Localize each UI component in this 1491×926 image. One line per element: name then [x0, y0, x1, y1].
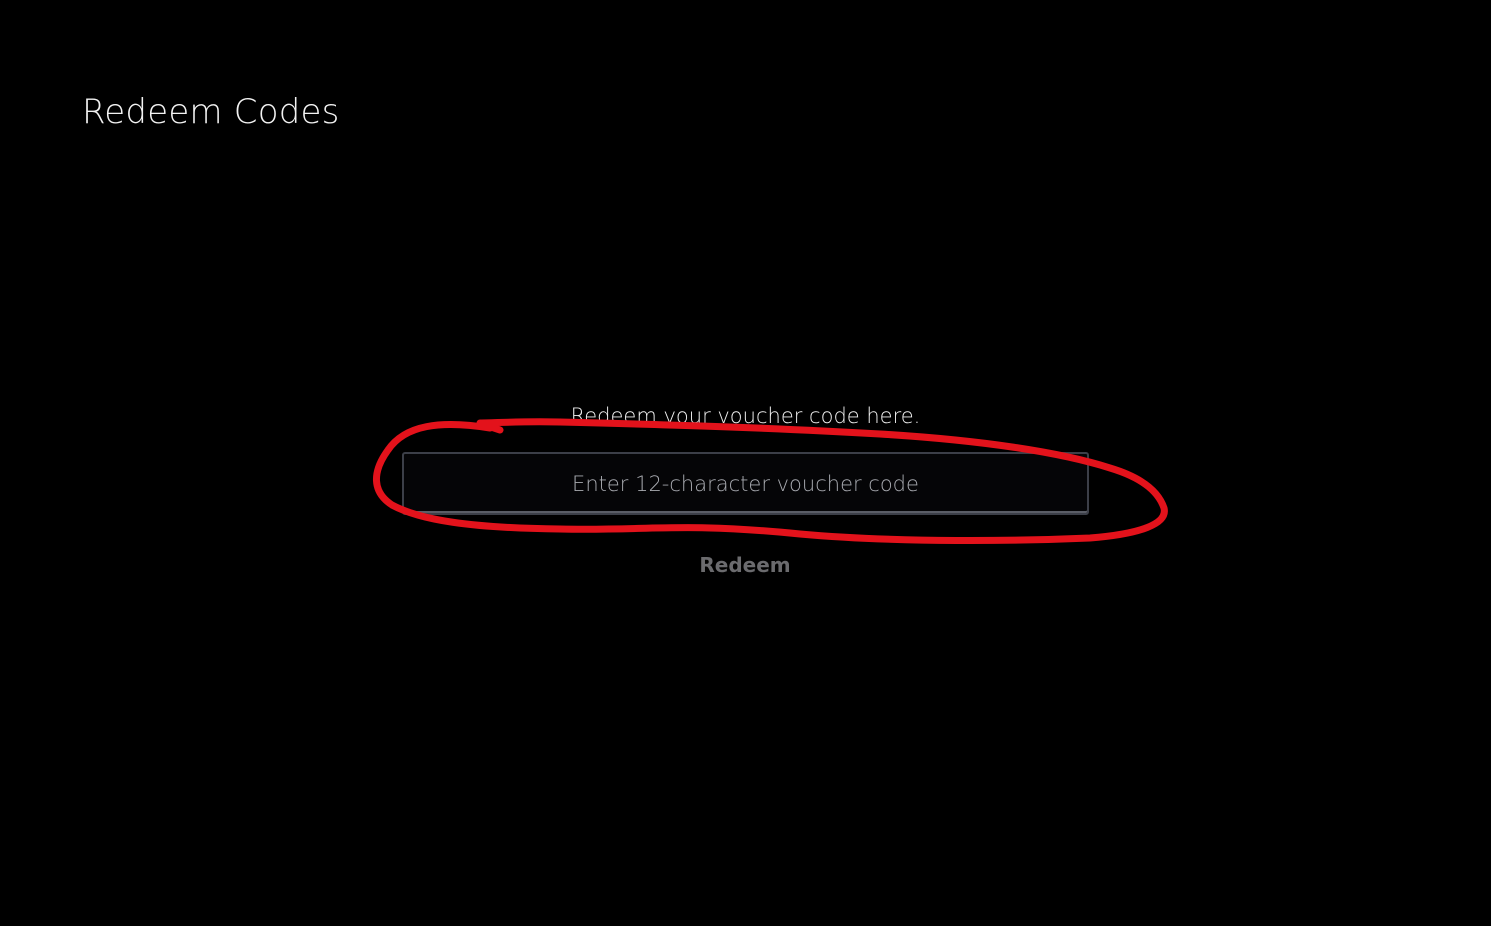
page-title: Redeem Codes [82, 92, 340, 132]
voucher-code-placeholder: Enter 12-character voucher code [572, 471, 919, 496]
voucher-instruction: Redeem your voucher code here. [570, 404, 921, 428]
voucher-code-field[interactable]: Enter 12-character voucher code [402, 452, 1089, 515]
redeem-button[interactable]: Redeem [695, 548, 795, 582]
